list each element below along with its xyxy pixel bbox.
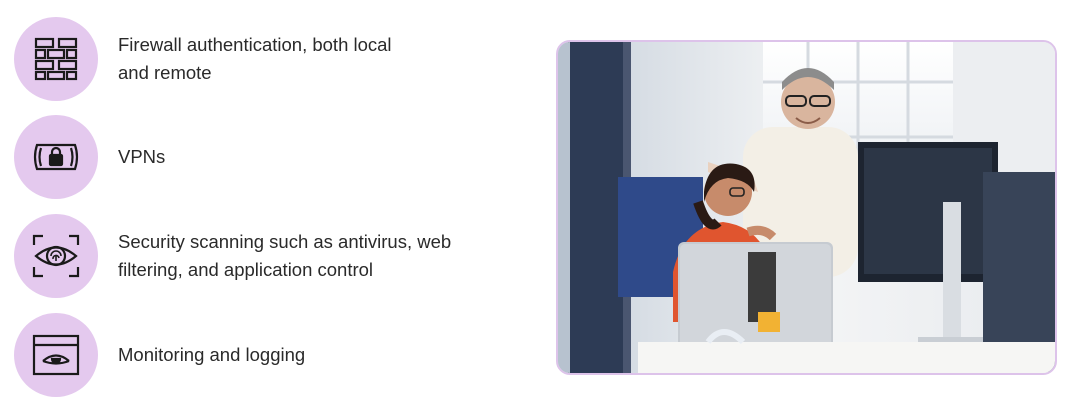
security-scan-icon-badge (14, 214, 98, 298)
feature-item-firewall: Firewall authentication, both local and … (14, 17, 514, 101)
feature-label-monitoring: Monitoring and logging (118, 344, 306, 365)
monitoring-icon-badge (14, 313, 98, 397)
office-photo (556, 40, 1057, 375)
feature-item-security-scanning: Security scanning such as antivirus, web… (14, 214, 514, 298)
office-workers-photo-icon (558, 42, 1055, 373)
eye-scan-fingerprint-icon (32, 234, 80, 278)
vpn-icon-badge (14, 115, 98, 199)
feature-label-firewall: Firewall authentication, both local and … (118, 34, 392, 83)
vpn-lock-tunnel-icon (33, 143, 79, 171)
feature-label-security-scanning: Security scanning such as antivirus, web… (118, 231, 452, 280)
feature-item-vpn: VPNs (14, 115, 514, 199)
monitor-eye-window-icon (32, 334, 80, 376)
feature-item-monitoring: Monitoring and logging (14, 313, 514, 397)
firewall-brick-wall-icon (34, 37, 78, 81)
feature-label-vpn: VPNs (118, 146, 166, 167)
firewall-icon-badge (14, 17, 98, 101)
